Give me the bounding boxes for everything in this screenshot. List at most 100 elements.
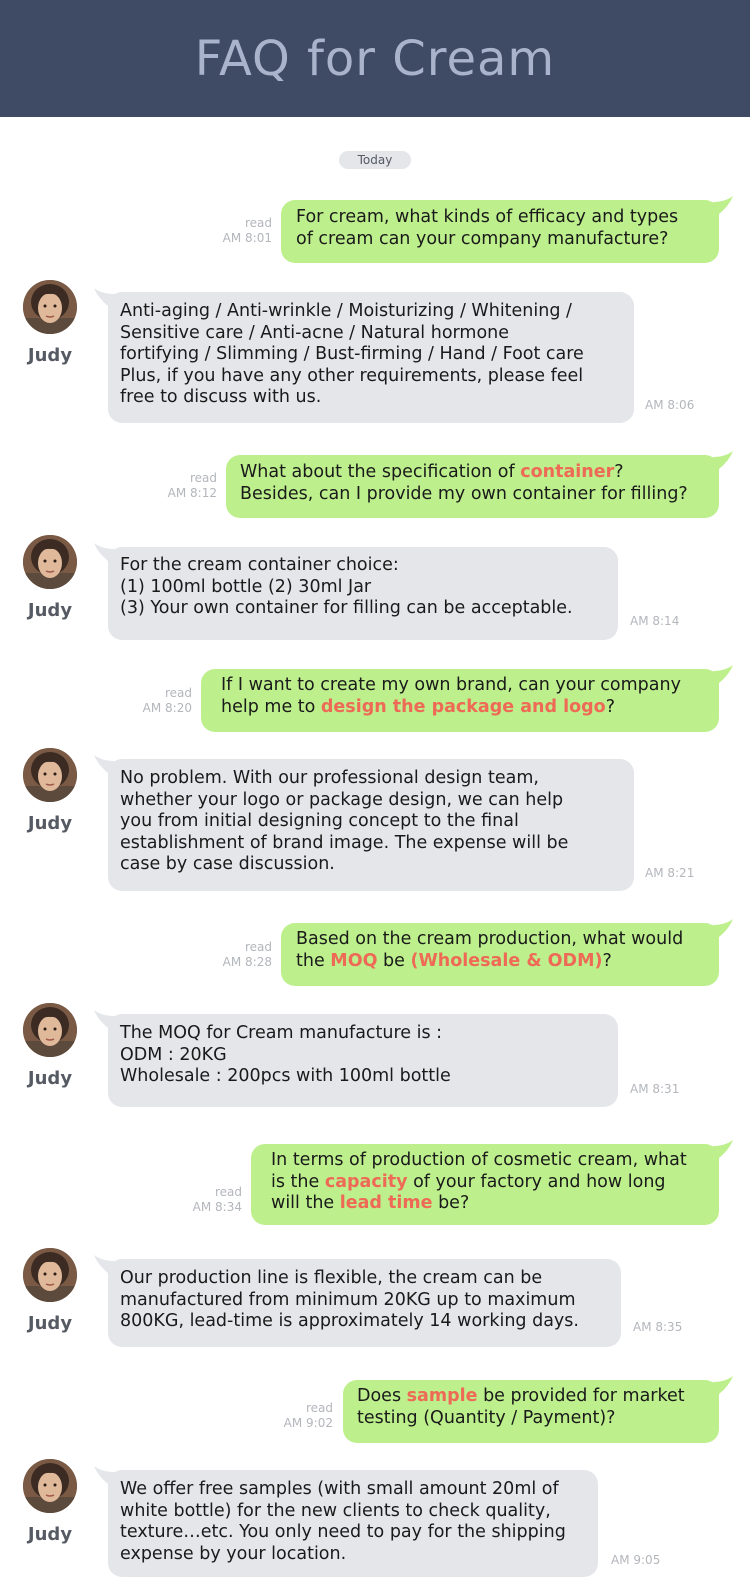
message-line: Wholesale : 200pcs with 100ml bottle: [120, 1066, 618, 1088]
message-text: fortifying / Slimming / Bust-firming / H…: [120, 344, 584, 364]
message-line: Sensitive care / Anti-acne / Natural hor…: [120, 323, 634, 345]
message-line: white bottle) for the new clients to che…: [120, 1501, 598, 1523]
question-bubble[interactable]: Does sample be provided for market testin…: [343, 1376, 733, 1443]
message-text: you from initial designing concept to th…: [120, 811, 519, 831]
message-line: establishment of brand image. The expens…: [120, 833, 634, 855]
avatar-photo: [23, 748, 77, 802]
agent-name: Judy: [27, 600, 73, 621]
message-line: ODM : 20KG: [120, 1045, 618, 1067]
bubble-tail: [713, 1376, 733, 1394]
message-text: help me to: [221, 696, 321, 717]
agent-name: Judy: [27, 345, 73, 366]
bubble-tail: [713, 451, 733, 469]
message-text: ?: [605, 696, 615, 717]
bubble-tail: [94, 1010, 114, 1028]
avatar[interactable]: [23, 535, 77, 589]
avatar-photo: [23, 1248, 77, 1302]
bubble-tail: [713, 919, 733, 937]
message-text: In terms of production of cosmetic cream…: [271, 1150, 687, 1170]
message-text: white bottle) for the new clients to che…: [120, 1500, 551, 1521]
message-text: be: [377, 950, 411, 971]
message-time: AM 8:01: [222, 231, 272, 245]
message-status: read AM 8:01: [200, 216, 272, 246]
message-line: the MOQ be (Wholesale & ODM)?: [296, 951, 719, 973]
bubble-tail: [713, 196, 733, 214]
answer-bubble[interactable]: The MOQ for Cream manufacture is : ODM : …: [94, 1010, 618, 1107]
message-text: be?: [432, 1193, 470, 1213]
message-time: AM 8:12: [167, 486, 217, 500]
message-line: The MOQ for Cream manufacture is :: [120, 1023, 618, 1045]
question-bubble[interactable]: For cream, what kinds of efficacy and ty…: [281, 196, 733, 263]
bubble-tail: [94, 543, 114, 561]
page-header: FAQ for Cream: [0, 0, 750, 117]
message-line: Plus, if you have any other requirements…: [120, 366, 634, 388]
read-receipt: read: [164, 686, 192, 700]
highlight-text: container: [520, 462, 615, 482]
avatar-photo: [23, 535, 77, 589]
message-line: If I want to create my own brand, can yo…: [221, 675, 719, 697]
message-line: What about the specification of containe…: [240, 462, 719, 484]
avatar[interactable]: [23, 1003, 77, 1057]
message-time: AM 8:34: [192, 1200, 242, 1214]
message-text: Based on the cream production, what woul…: [296, 929, 684, 949]
answer-bubble[interactable]: We offer free samples (with small amount…: [94, 1466, 598, 1577]
message-text: ?: [614, 462, 624, 482]
bubble-tail: [94, 288, 114, 306]
message-text: For the cream container choice:: [120, 555, 399, 575]
answer-bubble[interactable]: For the cream container choice: (1) 100ml…: [94, 543, 618, 640]
answer-bubble[interactable]: Our production line is flexible, the cre…: [94, 1255, 621, 1347]
date-divider: Today: [339, 151, 411, 169]
message-text: (1) 100ml bottle (2) 30ml Jar: [120, 576, 372, 597]
message-status: read AM 8:20: [120, 686, 192, 716]
message-line: whether your logo or package design, we …: [120, 790, 634, 812]
highlight-text: sample: [406, 1386, 478, 1406]
message-line: Besides, can I provide my own container …: [240, 484, 719, 506]
highlight-text: design the package and logo: [320, 696, 606, 717]
message-text: establishment of brand image. The expens…: [120, 832, 569, 853]
message-time: AM 8:14: [630, 614, 680, 628]
message-time: AM 8:35: [633, 1320, 683, 1334]
answer-bubble[interactable]: No problem. With our professional design…: [94, 755, 634, 891]
message-line: (3) Your own container for filling can b…: [120, 598, 618, 620]
message-status: read AM 8:12: [145, 471, 217, 501]
bubble-tail: [713, 665, 733, 683]
message-line: of cream can your company manufacture?: [296, 229, 719, 251]
message-text: Wholesale : 200pcs with 100ml bottle: [120, 1066, 451, 1086]
answer-bubble[interactable]: Anti-aging / Anti-wrinkle / Moisturizing…: [94, 288, 634, 423]
page-title: FAQ for Cream: [194, 30, 556, 87]
message-text: will the: [271, 1193, 340, 1213]
message-line: Does sample be provided for market: [357, 1386, 719, 1408]
message-line: help me to design the package and logo?: [221, 697, 719, 719]
message-line: texture…etc. You only need to pay for th…: [120, 1522, 598, 1544]
avatar[interactable]: [23, 280, 77, 334]
question-bubble[interactable]: What about the specification of containe…: [226, 451, 733, 518]
question-bubble[interactable]: Based on the cream production, what woul…: [281, 919, 733, 986]
bubble-tail: [713, 1140, 733, 1158]
message-text: No problem. With our professional design…: [120, 768, 539, 788]
message-line: For the cream container choice:: [120, 555, 618, 577]
message-line: manufactured from minimum 20KG up to max…: [120, 1290, 621, 1312]
question-bubble[interactable]: In terms of production of cosmetic cream…: [251, 1140, 733, 1225]
message-time: AM 8:21: [645, 866, 695, 880]
message-time: AM 8:20: [142, 701, 192, 715]
question-bubble[interactable]: If I want to create my own brand, can yo…: [201, 665, 733, 732]
message-line: you from initial designing concept to th…: [120, 811, 634, 833]
message-text: For cream, what kinds of efficacy and ty…: [296, 207, 679, 227]
avatar[interactable]: [23, 1248, 77, 1302]
avatar-photo: [23, 280, 77, 334]
message-text: whether your logo or package design, we …: [120, 789, 564, 810]
read-receipt: read: [244, 940, 272, 954]
message-text: (3) Your own container for filling can b…: [120, 598, 573, 618]
agent-name: Judy: [27, 1068, 73, 1089]
message-text: of your factory and how long: [407, 1171, 666, 1192]
message-line: In terms of production of cosmetic cream…: [271, 1150, 719, 1172]
avatar[interactable]: [23, 1459, 77, 1513]
message-line: (1) 100ml bottle (2) 30ml Jar: [120, 577, 618, 599]
message-text: Does: [357, 1386, 407, 1406]
agent-name: Judy: [27, 813, 73, 834]
message-line: fortifying / Slimming / Bust-firming / H…: [120, 344, 634, 366]
message-text: manufactured from minimum 20KG up to max…: [120, 1289, 576, 1310]
avatar[interactable]: [23, 748, 77, 802]
message-text: is the: [271, 1171, 325, 1192]
highlight-text: MOQ: [330, 950, 378, 971]
